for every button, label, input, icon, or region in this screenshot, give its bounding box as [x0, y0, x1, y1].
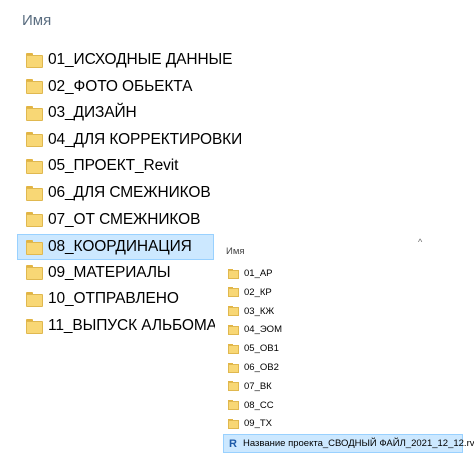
- folder-icon: [26, 185, 43, 201]
- folder-label: 01_ИСХОДНЫЕ ДАННЫЕ: [48, 51, 233, 68]
- folder-icon: [228, 418, 239, 429]
- file-label: Название проекта_СВОДНЫЙ ФАЙЛ_2021_12_12…: [243, 438, 474, 450]
- folder-label: 09_МАТЕРИАЛЫ: [48, 263, 171, 281]
- folder-icon: [228, 268, 239, 279]
- folder-icon: [26, 158, 43, 174]
- revit-file-icon: R: [229, 437, 237, 450]
- subfolder-panel: Имя ^ 01_АР 02_КР 03_КЖ 04_ЭОМ 05_ОВ1 06_ОВ2 0…: [215, 232, 474, 474]
- folder-row[interactable]: 03_ДИЗАЙН: [18, 101, 214, 125]
- folder-icon: [228, 324, 239, 335]
- folder-icon: [26, 318, 43, 334]
- folder-label: 03_ДИЗАЙН: [48, 104, 137, 122]
- folder-row[interactable]: 05_ОВ1: [224, 340, 464, 357]
- folder-label: 01_АР: [244, 268, 273, 279]
- folder-row[interactable]: 04_ДЛЯ КОРРЕКТИРОВКИ: [18, 128, 242, 152]
- folder-label: 07_ВК: [244, 380, 272, 392]
- folder-label: 02_КР: [244, 286, 272, 298]
- folder-label: 08_СС: [244, 399, 274, 411]
- folder-icon: [228, 343, 239, 354]
- folder-row[interactable]: 05_ПРОЕКТ_Revit: [18, 154, 214, 178]
- folder-icon: [26, 132, 43, 148]
- folder-icon: [26, 105, 43, 121]
- folder-icon: [228, 362, 239, 373]
- folder-row[interactable]: 09_МАТЕРИАЛЫ: [18, 261, 214, 285]
- folder-row[interactable]: 10_ОТПРАВЛЕНО: [18, 287, 214, 311]
- folder-label: 10_ОТПРАВЛЕНО: [48, 290, 179, 308]
- folder-icon: [26, 291, 43, 307]
- folder-icon: [26, 79, 43, 95]
- folder-label: 02_ФОТО ОБЬЕКТА: [48, 77, 193, 95]
- folder-icon: [26, 239, 43, 255]
- folder-row[interactable]: 08_КООРДИНАЦИЯ: [17, 234, 214, 261]
- folder-row[interactable]: 08_СС: [224, 397, 464, 414]
- folder-icon: [228, 306, 239, 317]
- folder-row[interactable]: 09_ТХ: [224, 415, 464, 432]
- folder-icon: [26, 212, 43, 228]
- folder-label: 08_КООРДИНАЦИЯ: [48, 238, 192, 256]
- folder-row[interactable]: 06_ДЛЯ СМЕЖНИКОВ: [18, 181, 214, 205]
- folder-icon: [26, 52, 43, 68]
- folder-label: 06_ДЛЯ СМЕЖНИКОВ: [48, 184, 211, 201]
- main-column-header[interactable]: Имя: [22, 12, 51, 29]
- file-row[interactable]: R Название проекта_СВОДНЫЙ ФАЙЛ_2021_12_1…: [223, 434, 474, 454]
- folder-label: 11_ВЫПУСК АЛЬБОМА: [48, 317, 217, 334]
- folder-icon: [228, 400, 239, 411]
- folder-row[interactable]: 11_ВЫПУСК АЛЬБОМА: [18, 314, 217, 338]
- folder-icon: [228, 287, 239, 298]
- folder-row[interactable]: 01_АР: [224, 265, 464, 282]
- folder-row[interactable]: 03_КЖ: [224, 303, 464, 320]
- folder-icon: [228, 381, 239, 392]
- sort-chevron-icon[interactable]: ^: [418, 237, 422, 247]
- folder-row[interactable]: 06_ОВ2: [224, 359, 464, 376]
- sub-column-header[interactable]: Имя: [226, 246, 245, 257]
- folder-row[interactable]: 04_ЭОМ: [224, 321, 464, 338]
- folder-label: 09_ТХ: [244, 418, 272, 430]
- folder-label: 05_ОВ1: [244, 343, 279, 355]
- folder-row[interactable]: 02_КР: [224, 284, 464, 301]
- folder-label: 03_КЖ: [244, 305, 275, 317]
- folder-row[interactable]: 07_ВК: [224, 378, 464, 395]
- folder-label: 07_ОТ СМЕЖНИКОВ: [48, 210, 201, 228]
- folder-row[interactable]: 01_ИСХОДНЫЕ ДАННЫЕ: [18, 48, 233, 72]
- folder-label: 04_ЭОМ: [244, 324, 282, 336]
- folder-row[interactable]: 02_ФОТО ОБЬЕКТА: [18, 75, 214, 99]
- folder-label: 06_ОВ2: [244, 362, 279, 373]
- folder-row[interactable]: 07_ОТ СМЕЖНИКОВ: [18, 208, 214, 232]
- folder-icon: [26, 265, 43, 281]
- folder-label: 05_ПРОЕКТ_Revit: [48, 157, 179, 175]
- folder-label: 04_ДЛЯ КОРРЕКТИРОВКИ: [48, 130, 243, 148]
